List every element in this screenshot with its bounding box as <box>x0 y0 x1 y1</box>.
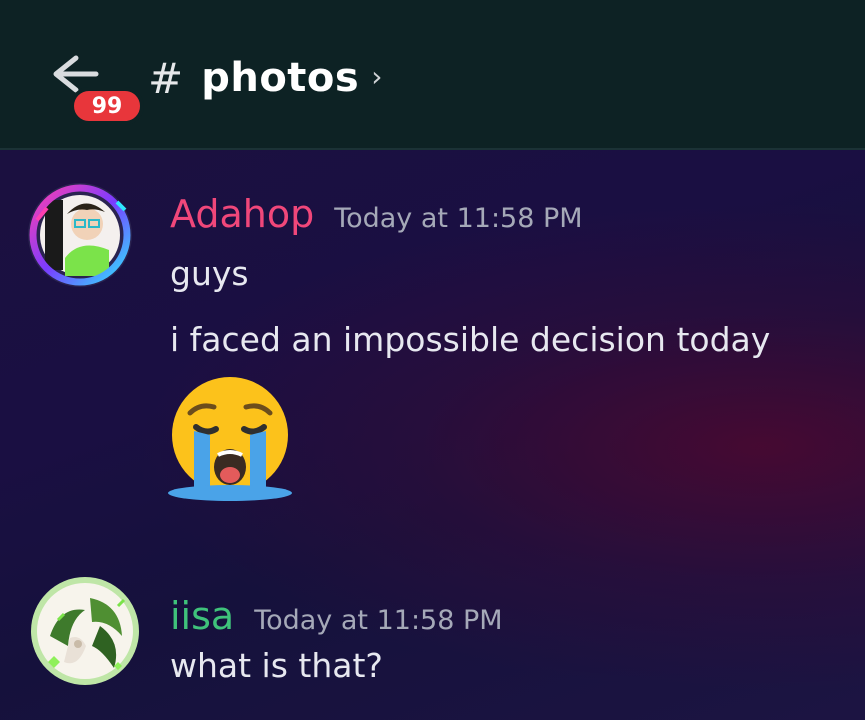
message-header: iisa Today at 11:58 PM <box>170 594 503 638</box>
message-header: Adahop Today at 11:58 PM <box>170 192 583 236</box>
avatar[interactable] <box>25 180 135 290</box>
message-text: what is that? <box>170 646 383 685</box>
message-text: i faced an impossible decision today <box>170 320 771 359</box>
message-text: guys <box>170 254 249 293</box>
channel-title[interactable]: # photos › <box>148 50 382 106</box>
timestamp: Today at 11:58 PM <box>254 605 503 636</box>
username[interactable]: iisa <box>170 594 234 638</box>
channel-header: 99 # photos › <box>0 0 865 150</box>
avatar[interactable] <box>30 576 140 686</box>
loudly-crying-face-icon <box>168 375 298 505</box>
channel-name: photos <box>201 55 360 101</box>
username[interactable]: Adahop <box>170 192 314 236</box>
channel-hash-icon: # <box>148 53 184 103</box>
chevron-right-icon: › <box>371 59 383 93</box>
message-list: Adahop Today at 11:58 PM guys i faced an… <box>0 150 865 720</box>
timestamp: Today at 11:58 PM <box>334 203 583 234</box>
unread-badge: 99 <box>70 87 144 125</box>
